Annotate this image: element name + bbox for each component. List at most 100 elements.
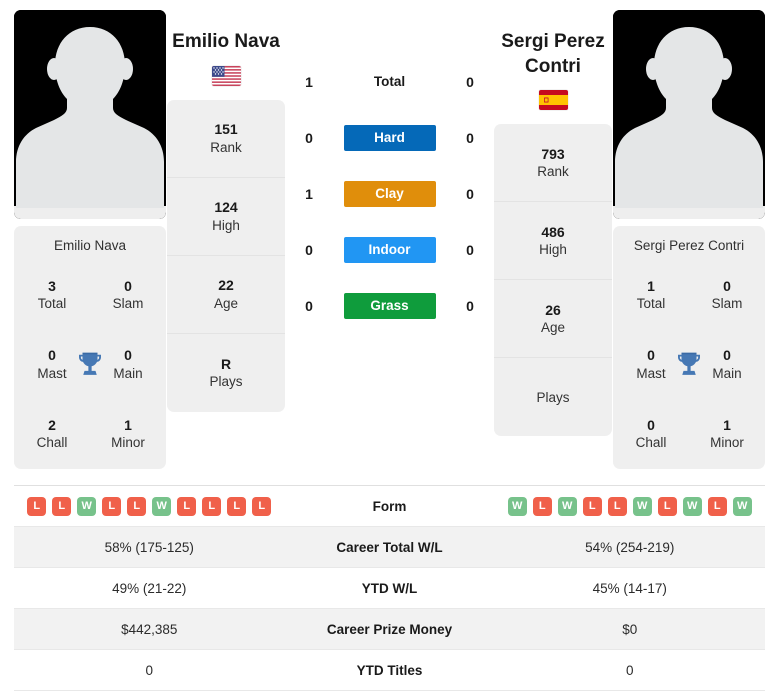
right-titles-minor-label: Minor [710,435,744,451]
right-career-total-wl: 54% (254-219) [585,539,675,555]
player-comparison-page: Emilio Nava 3 Total 0 Slam 0 Mast 0 Main… [0,0,779,699]
left-high-value: 124 [214,199,238,216]
left-form-badge[interactable]: L [102,496,122,516]
left-age-value: 22 [218,277,234,294]
h2h-clay-label[interactable]: Clay [343,181,436,207]
stat-row-career-total-wl: 58% (175-125) Career Total W/L 54% (254-… [14,527,765,568]
right-form-badge[interactable]: W [682,496,702,516]
left-titles-player-name: Emilio Nava [53,238,127,253]
right-high-row: 486 High [494,202,612,281]
left-form-badge[interactable]: L [202,496,222,516]
left-form-badge[interactable]: W [152,496,172,516]
comparison-stats-table: LLWLLWLLLL Form WLWLLWLWLW 58% (175-125)… [14,485,765,691]
left-high-label: High [212,217,240,233]
stat-label-career-total-wl: Career Total W/L [336,539,443,555]
stat-row-career-prize-money: $442,385 Career Prize Money $0 [14,609,765,650]
right-form-cell: WLWLLWLWLW [495,496,766,516]
right-titles-player-name: Sergi Perez Contri [633,238,745,253]
left-career-prize-money: $442,385 [121,621,178,637]
right-ytd-titles: 0 [625,662,634,678]
h2h-hard-left-score: 0 [305,130,313,146]
right-age-row: 26 Age [494,280,612,359]
left-titles-slam-label: Slam [112,295,144,311]
us-flag-icon [211,65,241,86]
right-rank-row: 793 Rank [494,124,612,203]
h2h-hard-label[interactable]: Hard [343,125,436,151]
left-titles-minor: 1 Minor [90,416,166,452]
left-titles-chall-label: Chall [36,435,68,451]
right-titles-chall-label: Chall [635,435,667,451]
left-ytd-wl: 49% (21-22) [112,580,187,596]
right-career-prize-money: $0 [622,621,638,637]
h2h-grass-right-score: 0 [466,298,474,314]
h2h-total-label: Total [373,74,406,89]
left-ytd-titles: 0 [145,662,153,678]
right-titles-slam-label: Slam [711,295,743,311]
right-titles-grid: 1 Total 0 Slam 0 Mast 0 Main 0 Chall 1 M… [613,260,765,469]
right-age-label: Age [540,320,566,336]
left-player-name[interactable]: Emilio Nava [172,30,280,55]
left-form-cell: LLWLLWLLLL [14,496,285,516]
right-form-badge[interactable]: W [632,496,652,516]
left-titles-minor-value: 1 [124,417,132,434]
left-plays-value: R [220,355,232,372]
trophy-cup-icon [79,353,101,376]
comparison-top-area: Emilio Nava 3 Total 0 Slam 0 Mast 0 Main… [0,0,779,480]
left-titles-minor-label: Minor [111,435,145,451]
left-titles-grid: 3 Total 0 Slam 0 Mast 0 Main 2 Chall 1 M… [14,260,166,469]
left-form-badge[interactable]: L [27,496,47,516]
left-titles-slam: 0 Slam [90,277,166,313]
right-player-avatar[interactable] [613,10,765,219]
h2h-indoor-label[interactable]: Indoor [343,237,436,263]
right-form-badge[interactable]: L [657,496,677,516]
right-titles-total: 1 Total [613,277,689,313]
left-form-badge[interactable]: L [227,496,247,516]
left-form-badge[interactable]: L [52,496,72,516]
left-titles-slam-value: 0 [124,277,132,294]
stat-label-ytd-wl: YTD W/L [361,580,418,596]
h2h-total-left-score: 1 [305,74,313,90]
left-player-avatar[interactable] [14,10,166,219]
right-form-badge[interactable]: W [557,496,577,516]
h2h-indoor-left-score: 0 [305,242,313,258]
left-rank-value: 151 [214,121,238,138]
player-photo-placeholder-icon [613,10,765,219]
h2h-grass-label[interactable]: Grass [343,293,436,319]
right-plays-row: Plays [494,358,612,436]
right-titles-chall-value: 0 [647,417,655,434]
right-player-column: Sergi Perez Contri 1 Total 0 Slam 0 Mast [613,10,765,469]
right-high-value: 486 [541,224,565,240]
left-player-rank-card: 151 Rank 124 High 22 Age R Plays [167,99,285,412]
right-form-badge[interactable]: W [732,496,752,516]
left-age-row: 22 Age [167,256,285,334]
h2h-total-right-score: 0 [466,74,474,90]
h2h-row-total: 1 Total 0 [286,68,493,96]
right-form-badge[interactable]: L [607,496,627,516]
right-form-badge[interactable]: L [532,496,552,516]
right-titles-total-value: 1 [647,277,655,294]
right-form-strip: WLWLLWLWLW [495,496,766,516]
right-player-name[interactable]: Sergi Perez Contri [493,30,613,79]
es-flag-icon [538,90,568,111]
right-form-badge[interactable]: L [707,496,727,516]
us-flag-graphic [211,65,241,86]
right-form-badge[interactable]: W [507,496,527,516]
left-form-badge[interactable]: L [127,496,147,516]
player-photo-placeholder-icon [14,10,166,219]
left-form-badge[interactable]: L [252,496,272,516]
left-player-column: Emilio Nava 3 Total 0 Slam 0 Mast 0 Main… [14,10,166,469]
stat-row-form: LLWLLWLLLL Form WLWLLWLWLW [14,486,765,527]
left-form-badge[interactable]: L [177,496,197,516]
left-titles-chall: 2 Chall [14,416,90,452]
right-form-badge[interactable]: L [582,496,602,516]
left-titles-total: 3 Total [14,277,90,313]
right-titles-minor-value: 1 [723,417,731,434]
head-to-head-column: 1 Total 0 0 Hard 0 1 Clay 0 0 Indoor 0 0 [286,10,493,320]
right-titles-chall: 0 Chall [613,416,689,452]
right-ytd-wl: 45% (14-17) [592,580,667,596]
trophy-icon [75,349,105,379]
left-rank-row: 151 Rank [167,100,285,178]
es-flag-graphic [538,90,568,111]
left-form-badge[interactable]: W [77,496,97,516]
stat-row-ytd-wl: 49% (21-22) YTD W/L 45% (14-17) [14,568,765,609]
